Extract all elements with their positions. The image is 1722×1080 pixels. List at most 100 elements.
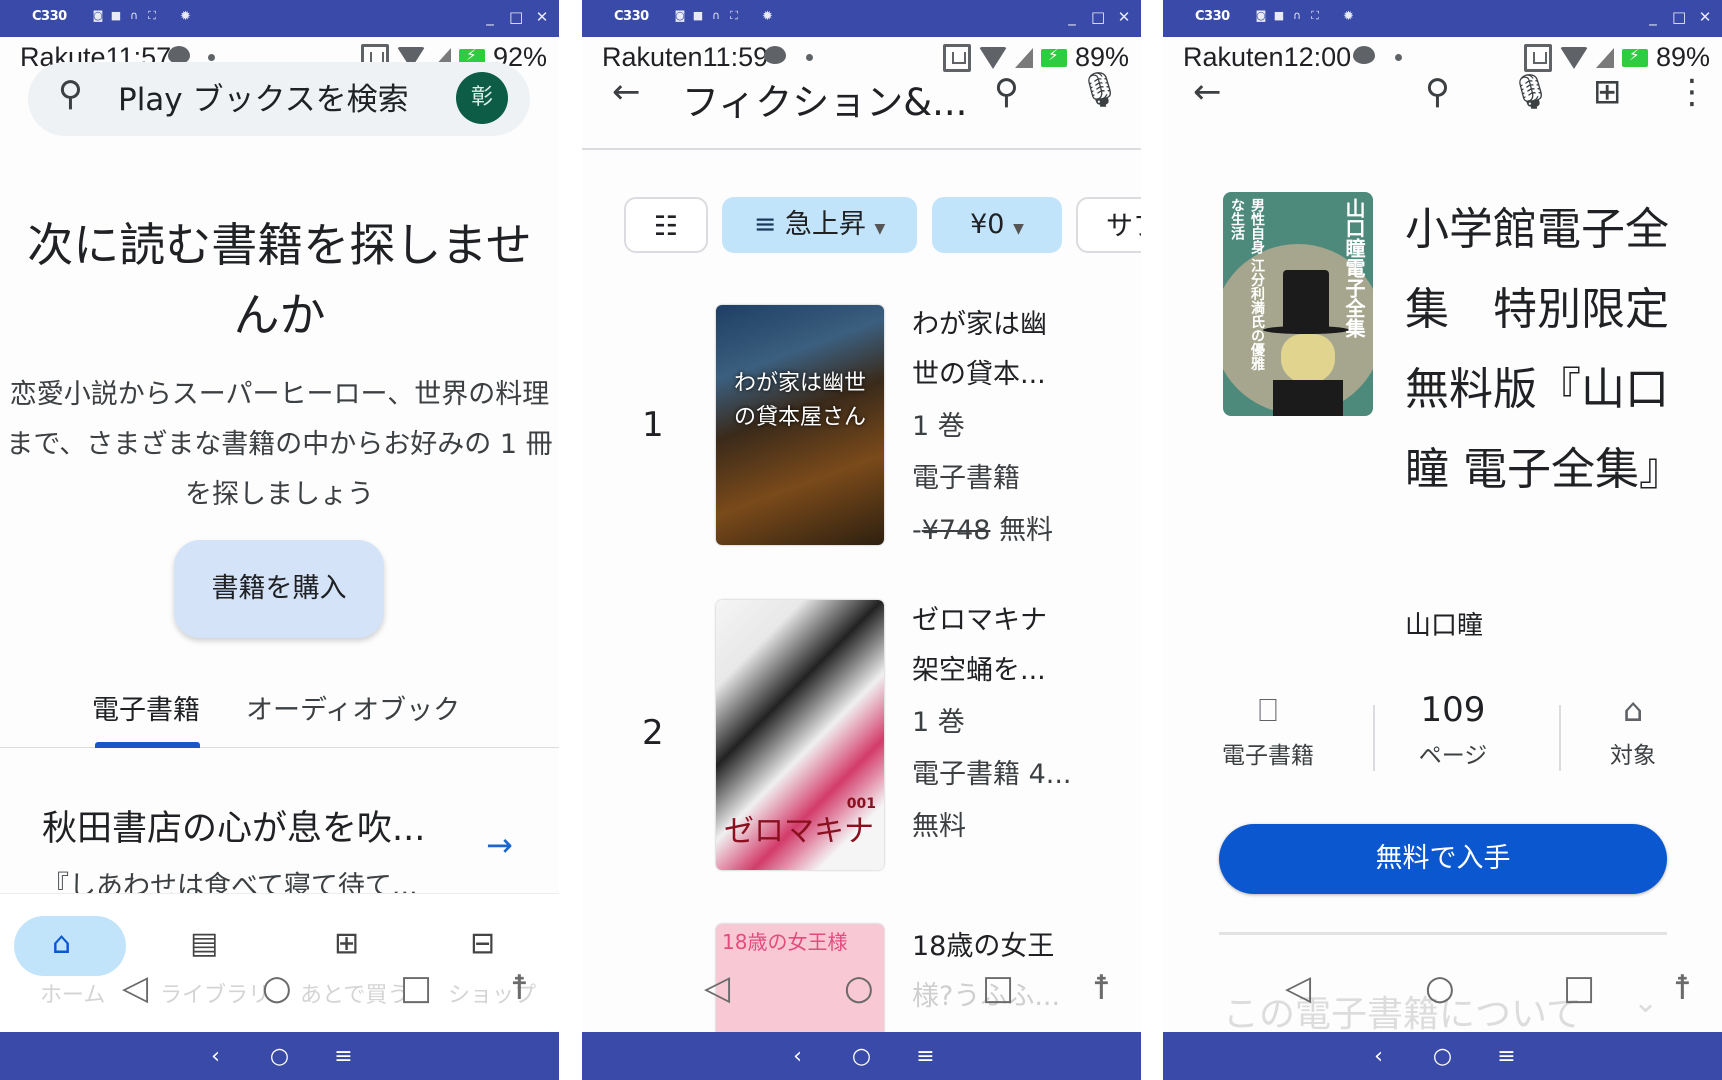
android-back-icon[interactable]: ◁ [122, 968, 148, 1008]
add-to-wishlist-icon[interactable]: ⊞ [1593, 72, 1622, 112]
filter-chip[interactable]: ☷ [624, 197, 708, 253]
clock: 12:00 [1283, 42, 1352, 72]
emulator-back-button[interactable]: ‹ [788, 1044, 808, 1069]
emulator-home-button[interactable]: ○ [270, 1044, 290, 1069]
android-back-icon[interactable]: ◁ [704, 968, 730, 1008]
headset-icon[interactable]: ∩ [710, 10, 722, 22]
gear-icon[interactable]: ✹ [762, 9, 773, 24]
more-vert-icon[interactable]: ⋮ [1675, 72, 1709, 112]
maximize-button[interactable]: □ [509, 8, 523, 26]
android-recents-icon[interactable]: □ [982, 968, 1014, 1008]
fullscreen-icon[interactable]: ⛶ [728, 10, 740, 22]
stat-audience[interactable]: ⌂ 対象 [1583, 690, 1683, 770]
minimize-button[interactable]: _ [483, 8, 497, 26]
fullscreen-icon[interactable]: ⛶ [146, 10, 158, 22]
emulator-menu-button[interactable]: ≡ [916, 1044, 936, 1069]
gear-icon[interactable]: ✹ [1343, 9, 1354, 24]
emulator-menu-button[interactable]: ≡ [334, 1044, 354, 1069]
mic-icon[interactable]: 🎙︎ [1509, 72, 1552, 112]
buy-books-button[interactable]: 書籍を購入 [174, 540, 384, 638]
android-recents-icon[interactable]: □ [400, 968, 432, 1008]
original-price: ¥748 [921, 515, 991, 546]
price-chip[interactable]: ¥0 ▼ [932, 197, 1062, 253]
back-arrow-icon[interactable]: ← [612, 72, 641, 112]
screen-book-detail: C330 ◙ ■ ∩ ⛶ ✹ _ □ ✕ Rakuten12:00 89% ← … [1163, 0, 1722, 1080]
accessibility-icon[interactable]: ☨ [1092, 968, 1111, 1008]
android-recents-icon[interactable]: □ [1563, 968, 1595, 1008]
tab-ebooks[interactable]: 電子書籍 [92, 688, 200, 727]
android-home-icon[interactable]: ○ [844, 968, 874, 1008]
dropdown-arrow-icon: ▼ [874, 221, 886, 237]
search-placeholder: Play ブックスを検索 [118, 82, 409, 118]
close-button[interactable]: ✕ [535, 8, 549, 26]
wifi-icon [1559, 46, 1588, 69]
message-icon [1353, 46, 1375, 64]
video-icon[interactable]: ■ [692, 10, 704, 22]
book-title-line1: ゼロマキナ [912, 605, 1047, 636]
family-icon: ⌂ [1622, 691, 1644, 729]
emulator-back-button[interactable]: ‹ [206, 1044, 226, 1069]
emulator-back-button[interactable]: ‹ [1369, 1044, 1389, 1069]
book-title: 小学館電子全集 特別限定無料版『山口瞳 電子全集』 [1405, 204, 1683, 495]
price-chip-label: ¥0 [970, 209, 1005, 240]
headset-icon[interactable]: ∩ [128, 10, 140, 22]
video-icon[interactable]: ■ [1273, 10, 1285, 22]
accessibility-icon[interactable]: ☨ [1673, 968, 1692, 1008]
carrier-time: Rakuten12:00 [1183, 42, 1351, 73]
fullscreen-icon[interactable]: ⛶ [1309, 10, 1321, 22]
gear-icon[interactable]: ✹ [180, 9, 191, 24]
get-free-button[interactable]: 無料で入手 [1219, 824, 1667, 894]
emulator-home-button[interactable]: ○ [1433, 1044, 1453, 1069]
stat-label: ページ [1418, 743, 1488, 769]
maximize-button[interactable]: □ [1672, 8, 1686, 26]
accessibility-icon[interactable]: ☨ [510, 968, 529, 1008]
tab-audiobooks[interactable]: オーディオブック [246, 688, 460, 727]
camera-icon[interactable]: ◙ [674, 10, 686, 22]
avatar[interactable]: 彰 [456, 72, 508, 124]
maximize-button[interactable]: □ [1091, 8, 1105, 26]
nfc-icon [1523, 43, 1552, 72]
camera-icon[interactable]: ◙ [1255, 10, 1267, 22]
arrow-right-icon[interactable]: → [486, 826, 513, 864]
subgenre-chip-label: サブ [1106, 211, 1141, 242]
carrier-label: Rakuten [1183, 42, 1284, 72]
android-nav-overlay: ◁ ○ □ ☨ [582, 956, 1141, 1032]
sort-chip[interactable]: ≡ 急上昇 ▼ [722, 197, 917, 253]
ebook-icon: ⎕ [1258, 691, 1278, 729]
book-cover[interactable]: 001 ゼロマキナ [716, 600, 884, 870]
stat-format: ⎕ 電子書籍 [1213, 690, 1323, 770]
video-icon[interactable]: ■ [110, 10, 122, 22]
cover-title: 18歳の女王様 [722, 930, 848, 954]
emulator-nav-bar: ‹ ○ ≡ [1163, 1032, 1722, 1080]
android-back-icon[interactable]: ◁ [1285, 968, 1311, 1008]
close-button[interactable]: ✕ [1698, 8, 1712, 26]
signal-icon [1595, 47, 1614, 68]
android-home-icon[interactable]: ○ [1425, 968, 1455, 1008]
close-button[interactable]: ✕ [1117, 8, 1131, 26]
subgenre-chip[interactable]: サブ [1076, 197, 1141, 253]
book-cover[interactable]: 山口瞳電子全集 男性自身 江分利満氏の優雅な生活 [1223, 192, 1373, 416]
back-arrow-icon[interactable]: ← [1193, 72, 1222, 112]
camera-icon[interactable]: ◙ [92, 10, 104, 22]
search-icon[interactable]: ⚲ [994, 72, 1019, 112]
headset-icon[interactable]: ∩ [1291, 10, 1303, 22]
search-bar[interactable]: ⚲ Play ブックスを検索 彰 [28, 62, 530, 136]
cover-subtitle: 男性自身 江分利満氏の優雅な生活 [1229, 198, 1265, 371]
promo-title[interactable]: 秋田書店の心が息を吹... [42, 800, 425, 851]
minimize-button[interactable]: _ [1065, 8, 1079, 26]
android-nav-overlay: ◁ ○ □ ☨ [1163, 956, 1722, 1032]
promo-subtitle: 『しあわせは食べて寝て待て... [42, 871, 418, 894]
book-title-line1: わが家は幽 [912, 309, 1047, 340]
book-cover[interactable]: わが家は幽世の貸本屋さん [716, 305, 884, 545]
android-home-icon[interactable]: ○ [262, 968, 292, 1008]
emulator-titlebar: C330 ◙ ■ ∩ ⛶ ✹ _ □ ✕ [0, 0, 559, 37]
search-icon[interactable]: ⚲ [1425, 72, 1450, 112]
cover-title: 山口瞳電子全集 [1342, 198, 1366, 338]
book-title-line2: 架空蛹を... [912, 655, 1046, 686]
signal-icon [1014, 47, 1033, 68]
minimize-button[interactable]: _ [1646, 8, 1660, 26]
emulator-home-button[interactable]: ○ [852, 1044, 872, 1069]
emulator-menu-button[interactable]: ≡ [1497, 1044, 1517, 1069]
mic-icon[interactable]: 🎙︎ [1078, 70, 1121, 110]
book-author[interactable]: 山口瞳 [1405, 605, 1483, 642]
